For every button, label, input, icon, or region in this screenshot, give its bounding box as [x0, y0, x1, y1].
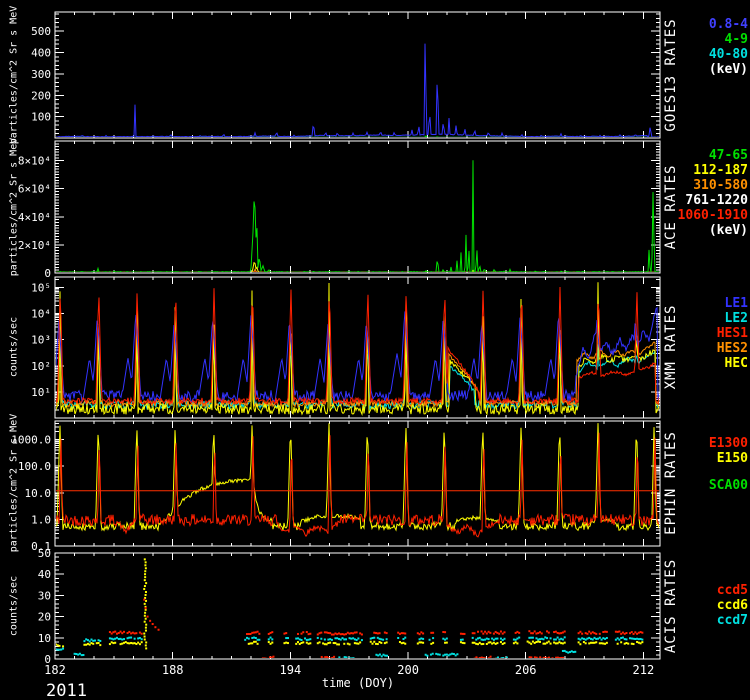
ace-ytick-label: 2×10⁴ [18, 239, 51, 252]
legend-xmm: LE1 LE2 HES1 HES2 HEC [717, 296, 748, 371]
legend-item: 0.8-4 [709, 17, 748, 32]
acis-ytick-label: 20 [38, 611, 51, 624]
legend-item: ccd6 [717, 598, 748, 613]
legend-item: 761-1220 [678, 193, 748, 208]
goes13-series [55, 44, 660, 138]
legend-item: ccd5 [717, 583, 748, 598]
panel-title-xmm: XMM RATES [663, 305, 679, 390]
legend-unit: (keV) [678, 223, 748, 238]
panel-title-goes13: GOES13 RATES [663, 18, 679, 131]
series-E1300 [55, 433, 660, 537]
acis-ytick-label: 40 [38, 568, 51, 581]
goes13-ytick-label: 100 [31, 111, 51, 124]
legend-item: HES1 [717, 326, 748, 341]
ephin-ytick-label: 100.0 [18, 460, 51, 473]
x-tick-label: 206 [515, 663, 537, 677]
legend-item: E1300 [709, 436, 748, 451]
series-112-187 [55, 263, 660, 273]
x-tick-label: 200 [397, 663, 419, 677]
series-HES1 [55, 287, 660, 404]
legend-item: LE1 [717, 296, 748, 311]
legend-item: HEC [717, 356, 748, 371]
acis-ytick-label: 50 [38, 547, 51, 560]
legend-item: HES2 [717, 341, 748, 356]
series-0.8-4 [55, 44, 660, 138]
x-tick-label: 188 [162, 663, 184, 677]
legend-item: LE2 [717, 311, 748, 326]
year-label: 2011 [46, 681, 87, 700]
ephin-series [55, 423, 660, 537]
goes13-ytick-label: 500 [31, 25, 51, 38]
xmm-ytick-label: 10² [31, 360, 51, 373]
radiation-rates-multipanel-plot: 10020030040050002×10⁴4×10⁴6×10⁴8×10⁴10¹1… [0, 0, 750, 700]
legend-item: ccd7 [717, 613, 748, 628]
legend-ace: 47-65 112-187 310-580 761-1220 1060-1910… [678, 148, 748, 238]
xmm-ytick-label: 10⁴ [31, 308, 51, 321]
acis-ytick-label: 10 [38, 632, 51, 645]
ylabel-ephin: particles/cm^2 Sr s MeV [9, 414, 20, 552]
goes13-ytick-label: 200 [31, 89, 51, 102]
legend-ephin: E1300 E150 SCA00 [709, 436, 748, 493]
legend-acis: ccd5 ccd6 ccd7 [717, 583, 748, 628]
xmm-series [55, 282, 660, 414]
goes13-ytick-label: 400 [31, 47, 51, 60]
goes13-ticks [55, 12, 660, 138]
legend-item: 1060-1910 [678, 208, 748, 223]
legend-goes13: 0.8-4 4-9 40-80 (keV) [709, 17, 748, 77]
ace-series [55, 160, 660, 272]
legend-item: 47-65 [678, 148, 748, 163]
panel-title-ephin: EPHIN RATES [663, 431, 679, 535]
ace-ytick-label: 4×10⁴ [18, 211, 51, 224]
ephin-ytick-label: 1.0 [31, 513, 51, 526]
series-47-65 [55, 160, 660, 272]
series-LE1 [55, 308, 660, 402]
ylabel-xmm: counts/sec [9, 317, 20, 377]
panel-ephin: 0.11.010.0100.01000.0 [11, 421, 660, 553]
xmm-ytick-label: 10¹ [31, 386, 51, 399]
x-tick-label: 194 [280, 663, 302, 677]
x-axis-label: time (DOY) [322, 676, 394, 690]
legend-item: E150 [709, 451, 748, 466]
panel-title-acis: ACIS RATES [663, 559, 679, 653]
ylabel-acis: counts/sec [9, 576, 20, 636]
ephin-ytick-label: 10.0 [25, 487, 52, 500]
xmm-ytick-label: 10³ [31, 334, 51, 347]
legend-item: SCA00 [709, 478, 748, 493]
panel-ace: 0 2×10⁴ 4×10⁴ 6×10⁴ 8×10⁴ [18, 141, 660, 280]
ylabel-ace: particles/cm^2 Sr s MeV [9, 138, 20, 276]
xmm-ytick-label: 10⁵ [31, 281, 51, 294]
goes13-frame [55, 12, 660, 138]
acis-series [55, 558, 643, 660]
panel-xmm: 10¹ 10² 10³ 10⁴ 10⁵ [31, 277, 660, 418]
ace-ytick-label: 6×10⁴ [18, 183, 51, 196]
ace-ticks [55, 141, 660, 273]
legend-item: 112-187 [678, 163, 748, 178]
goes13-ytick-label: 300 [31, 68, 51, 81]
ace-ytick-label: 0 [44, 267, 51, 280]
acis-ytick-label: 30 [38, 589, 51, 602]
x-tick-label: 182 [44, 663, 66, 677]
ylabel-goes13: particles/cm^2 Sr s MeV [9, 6, 20, 144]
panel-acis: 01020304050 [38, 547, 660, 666]
legend-item: 40-80 [709, 47, 748, 62]
x-tick-label: 212 [633, 663, 655, 677]
multi-panel-chart: 10020030040050002×10⁴4×10⁴6×10⁴8×10⁴10¹1… [0, 0, 750, 700]
legend-unit: (keV) [709, 62, 748, 77]
panel-goes13: 100 200 300 400 500 [31, 12, 660, 138]
ace-ytick-label: 8×10⁴ [18, 155, 51, 168]
legend-item: 4-9 [709, 32, 748, 47]
ace-frame [55, 141, 660, 273]
series-HES2 [55, 310, 660, 407]
legend-item: 310-580 [678, 178, 748, 193]
